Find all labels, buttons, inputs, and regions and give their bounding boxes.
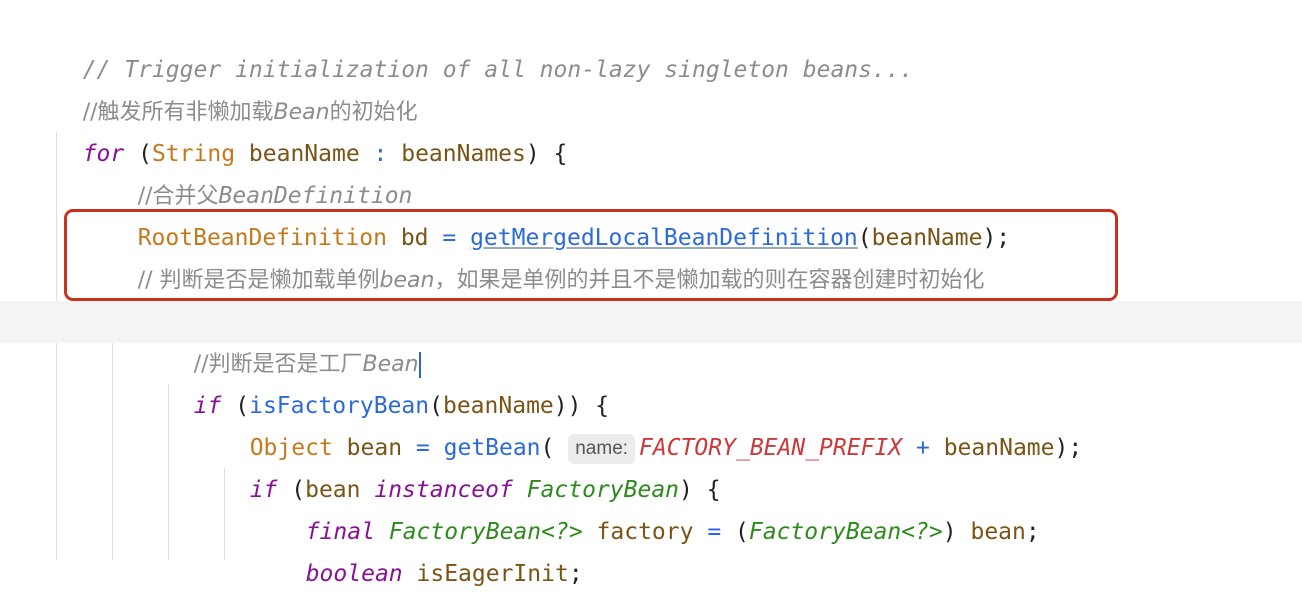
code-line[interactable]: Object bean = getBean( name: FACTORY_BEAN… <box>0 385 1302 464</box>
code-line[interactable]: // Trigger initialization of all non-laz… <box>0 7 1302 83</box>
code-line[interactable]: if (bean instanceof FactoryBean) { <box>0 427 1302 503</box>
code-line[interactable]: for (String beanName : beanNames) { <box>0 91 1302 167</box>
variable: isEagerInit <box>416 561 569 587</box>
highlight-box <box>64 209 1118 301</box>
code-line[interactable]: if (isFactoryBean(beanName)) { <box>0 343 1302 419</box>
code-line[interactable]: final FactoryBean<?> factory = (FactoryB… <box>0 469 1302 545</box>
current-code-line[interactable]: //判断是否是工厂Bean <box>0 301 1302 378</box>
code-line[interactable]: //合并父BeanDefinition <box>0 133 1302 209</box>
code-line[interactable]: boolean isEagerInit; <box>0 511 1302 587</box>
punct: ; <box>568 561 583 587</box>
code-line[interactable]: //触发所有非懒加载Bean的初始化 <box>0 49 1302 125</box>
keyword: boolean <box>305 561 403 587</box>
